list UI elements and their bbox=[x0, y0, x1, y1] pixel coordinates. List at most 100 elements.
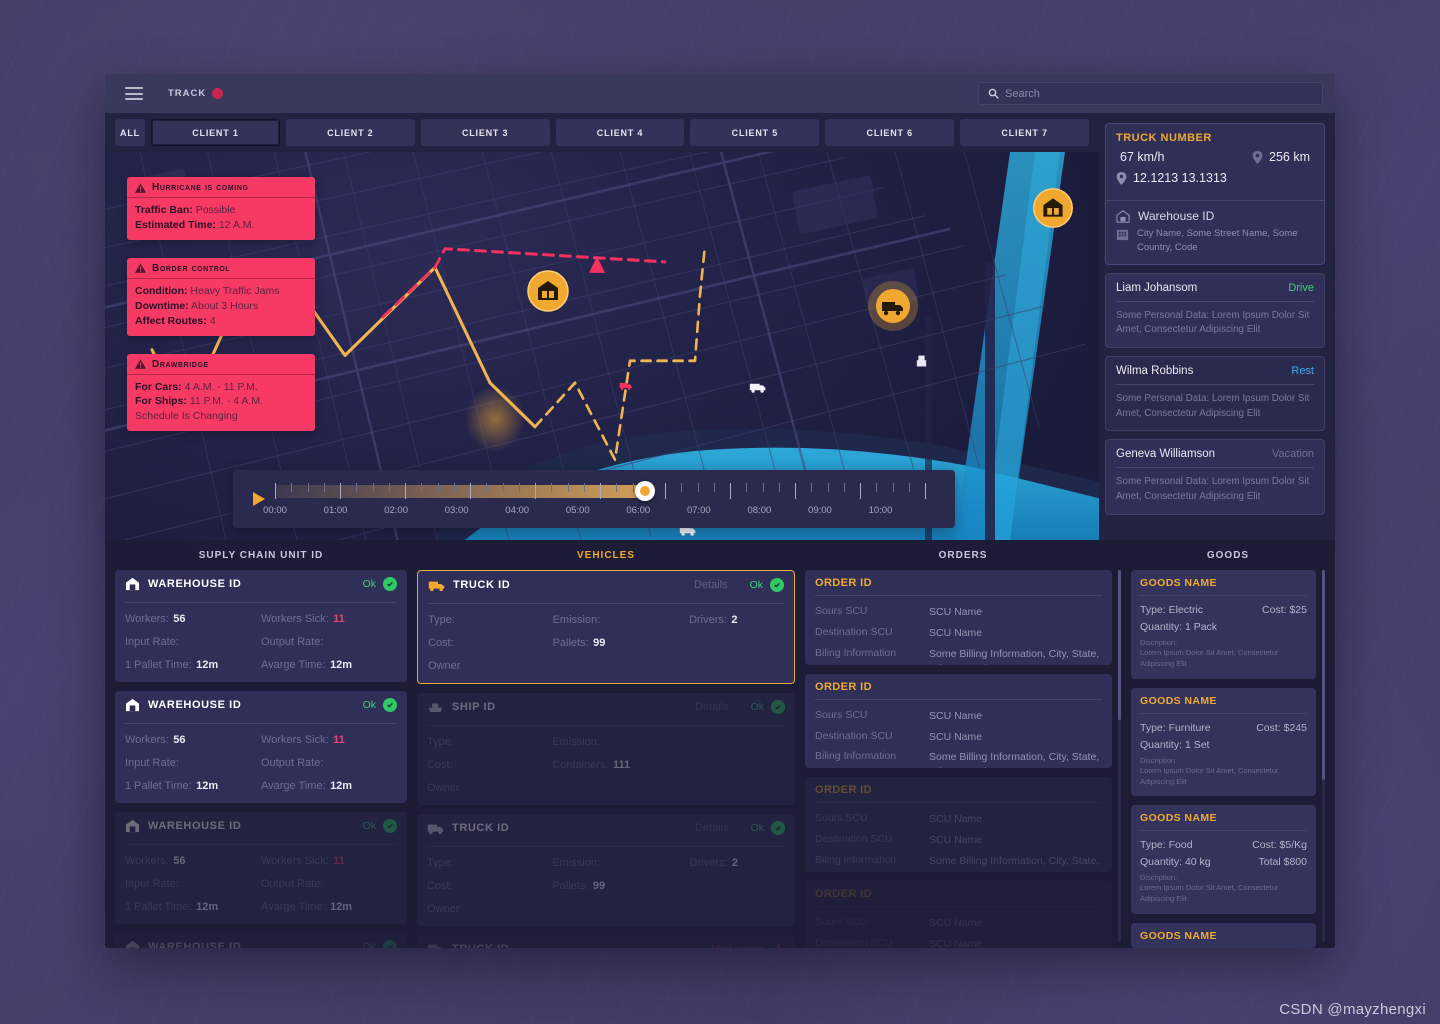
warehouse-icon bbox=[125, 819, 140, 833]
client-tab-2[interactable]: CLIENT 2 bbox=[285, 119, 415, 146]
order-card[interactable]: ORDER ID Sours SCU SCU Name Destination S… bbox=[805, 777, 1112, 872]
warehouse-stats-grid: Workers: 56 Workers Sick: 11 Input Rate:… bbox=[125, 851, 397, 915]
client-tab-all[interactable]: ALL bbox=[115, 119, 145, 146]
map-marker-active-truck[interactable] bbox=[867, 280, 919, 332]
output-rate-label: Output Rate: bbox=[261, 636, 324, 648]
alert-line: For Cars: 4 A.M. - 11 P.M. bbox=[135, 380, 307, 395]
brand-logo[interactable]: TRACK bbox=[168, 88, 224, 99]
panel-title-vehicles: VEHICLES bbox=[576, 550, 635, 561]
scu-card-list[interactable]: WAREHOUSE ID Ok Workers: 56 Workers Sick… bbox=[115, 570, 407, 948]
goods-card[interactable]: GOODS NAME bbox=[1131, 922, 1316, 948]
search-input[interactable] bbox=[1005, 87, 1313, 100]
alert-line: Affect Routes: 4 bbox=[135, 314, 307, 329]
card-body: Type: Food Cost: $5/Kg Quantity: 40 kg T… bbox=[1131, 836, 1316, 914]
orders-scrollbar-thumb[interactable] bbox=[1118, 570, 1121, 720]
client-tab-5[interactable]: CLIENT 5 bbox=[690, 119, 820, 146]
client-tab-3[interactable]: CLIENT 3 bbox=[420, 119, 550, 146]
driver-header: Wilma Robbins Rest bbox=[1116, 365, 1314, 385]
timeline-minor-tick bbox=[356, 483, 372, 492]
client-tab-6[interactable]: CLIENT 6 bbox=[825, 119, 955, 146]
goods-quantity-row: Quantity: 1 Pack bbox=[1140, 621, 1307, 633]
order-card[interactable]: ORDER ID Sours SCU SCU Name Destination S… bbox=[805, 673, 1112, 769]
alert-card-border-control[interactable]: Border control Condition: Heavy Traffic … bbox=[127, 257, 315, 336]
map-marker-warehouse-destination[interactable] bbox=[1029, 184, 1077, 232]
order-card[interactable]: ORDER ID Sours SCU SCU Name Destination S… bbox=[805, 570, 1112, 665]
map-view[interactable]: Hurricane is coming Traffic Ban: Possibl… bbox=[105, 152, 1099, 540]
client-tab-4[interactable]: CLIENT 4 bbox=[555, 119, 685, 146]
source-label: Sours SCU bbox=[815, 915, 868, 928]
orders-card-list[interactable]: ORDER ID Sours SCU SCU Name Destination S… bbox=[805, 570, 1121, 948]
goods-type-cost-row: Type: Food Cost: $5/Kg bbox=[1140, 839, 1307, 851]
card-body: Type: Electric Cost: $25 Quantity: 1 Pac… bbox=[1131, 601, 1316, 679]
pallet-time-label: 1 Pallet Time: bbox=[125, 659, 192, 671]
vehicle-card-truck[interactable]: TRUCK ID Details Ok Type: Emission: Driv… bbox=[417, 814, 795, 926]
vehicle-card-ship[interactable]: SHIP ID Details Ok Type: Emission: Cost:… bbox=[417, 693, 795, 805]
goods-cost-value: Cost: $5/Kg bbox=[1252, 839, 1307, 851]
bottom-panels: SUPLY CHAIN UNIT ID WAREHOUSE ID Ok Work… bbox=[105, 540, 1335, 948]
client-tab-7[interactable]: CLIENT 7 bbox=[960, 119, 1090, 146]
driver-card-wilma[interactable]: Wilma Robbins Rest Some Personal Data: L… bbox=[1105, 355, 1325, 432]
goods-card-list[interactable]: GOODS NAME Type: Electric Cost: $25 Quan… bbox=[1131, 570, 1325, 948]
alert-line: Schedule Is Changing bbox=[135, 410, 238, 423]
vehicles-card-list[interactable]: TRUCK ID Details Ok Type: Emission: Driv… bbox=[417, 570, 795, 948]
goods-description-text: Lorem Ipsum Dolor Sit Amet, Consectetur … bbox=[1140, 648, 1279, 669]
search-box[interactable] bbox=[978, 82, 1323, 105]
warning-triangle-icon bbox=[135, 359, 146, 369]
hamburger-menu-icon[interactable] bbox=[125, 87, 143, 100]
driver-card-geneva[interactable]: Geneva Williamson Vacation Some Personal… bbox=[1105, 439, 1325, 515]
warehouse-card[interactable]: WAREHOUSE ID Ok Workers: 56 Workers S bbox=[115, 570, 407, 682]
goods-cost-value: Cost: $25 bbox=[1262, 604, 1307, 616]
pallet-time-label: 1 Pallet Time: bbox=[125, 901, 192, 913]
workers-sick-label: Workers Sick: bbox=[261, 613, 329, 625]
driver-header: Liam Johansom Drive bbox=[1116, 282, 1314, 302]
timeline-player[interactable]: 00:00 01:00 02:00 03:00 04:00 05:00 06:00 07:00… bbox=[233, 470, 955, 528]
alert-card-hurricane[interactable]: Hurricane is coming Traffic Ban: Possibl… bbox=[127, 177, 315, 240]
warehouse-card[interactable]: WAREHOUSE ID Ok Workers: 56 Workers S bbox=[115, 933, 407, 948]
goods-card[interactable]: GOODS NAME Type: Food Cost: $5/Kg Quanti… bbox=[1131, 805, 1316, 914]
vehicle-card-truck-selected[interactable]: TRUCK ID Details Ok Type: Emission: Driv… bbox=[417, 570, 795, 684]
driver-name: Geneva Williamson bbox=[1116, 448, 1216, 461]
type-label: Type: bbox=[427, 857, 454, 869]
alert-line: Traffic Ban: Possible bbox=[135, 203, 307, 218]
input-rate-label: Input Rate: bbox=[125, 757, 179, 769]
card-header: WAREHOUSE ID Ok bbox=[115, 570, 407, 598]
goods-description-label: Discription: bbox=[1140, 873, 1178, 882]
destination-value: SCU Name bbox=[929, 626, 983, 639]
goods-scrollbar-thumb[interactable] bbox=[1322, 570, 1325, 780]
goods-card[interactable]: GOODS NAME Type: Furniture Cost: $245 Qu… bbox=[1131, 687, 1316, 796]
order-billing-row: Biling Information Some Billing Informati… bbox=[815, 647, 1102, 665]
warning-triangle-icon bbox=[135, 182, 146, 193]
pallets-value: 99 bbox=[592, 880, 606, 892]
input-rate-label: Input Rate: bbox=[125, 636, 179, 648]
timeline-minor-tick bbox=[486, 483, 502, 492]
card-body: Sours SCU SCU Name Destination SCU SCU Nam… bbox=[805, 913, 1112, 948]
truck-coordinates-value: 12.1213 13.1313 bbox=[1133, 171, 1227, 185]
driver-card-liam[interactable]: Liam Johansom Drive Some Personal Data: … bbox=[1105, 272, 1325, 348]
warehouse-card[interactable]: WAREHOUSE ID Ok Workers: 56 Workers S bbox=[115, 812, 407, 924]
status-text: Malfunction bbox=[711, 943, 765, 949]
alert-card-drawbridge[interactable]: Drawbridge For Cars: 4 A.M. - 11 P.M. Fo… bbox=[127, 353, 315, 432]
goods-name-label: GOODS NAME bbox=[1140, 694, 1217, 707]
vehicle-card-truck-malfunction[interactable]: TRUCK ID Malfunction Type: bbox=[417, 935, 795, 948]
card-header: TRUCK ID Details Ok bbox=[417, 814, 795, 842]
timeline-scrubber-handle[interactable] bbox=[634, 481, 655, 501]
order-billing-row: Biling Information Some Billing Informati… bbox=[815, 750, 1102, 768]
average-time-label: Avarge Time: bbox=[261, 659, 326, 671]
address-icon bbox=[1116, 229, 1129, 241]
alert-body: Traffic Ban: Possible Estimated Time: 12… bbox=[127, 198, 315, 240]
average-time-value: 12m bbox=[330, 901, 353, 913]
drivers-value: 2 bbox=[731, 614, 738, 626]
card-body: Sours SCU SCU Name Destination SCU SCU Nam… bbox=[805, 706, 1112, 769]
timeline-track[interactable]: 00:00 01:00 02:00 03:00 04:00 05:00 06:00 07:00… bbox=[263, 479, 941, 519]
truck-info-card[interactable]: TRUCK NUMBER 67 km/h 256 km 12.1213 13.1… bbox=[1105, 123, 1325, 265]
map-marker-warehouse-origin[interactable] bbox=[523, 266, 573, 316]
goods-description-label: Discription: bbox=[1140, 638, 1178, 647]
details-label: Details bbox=[693, 579, 728, 591]
goods-cost-value: Cost: $245 bbox=[1256, 721, 1307, 734]
warehouse-card[interactable]: WAREHOUSE ID Ok Workers: 56 Workers S bbox=[115, 691, 407, 803]
client-tab-1[interactable]: CLIENT 1 bbox=[151, 119, 280, 146]
emission-label: Emission: bbox=[552, 857, 600, 869]
card-separator bbox=[125, 723, 397, 724]
goods-card[interactable]: GOODS NAME Type: Electric Cost: $25 Quan… bbox=[1131, 570, 1316, 679]
order-card[interactable]: ORDER ID Sours SCU SCU Name Destination S… bbox=[805, 880, 1112, 948]
